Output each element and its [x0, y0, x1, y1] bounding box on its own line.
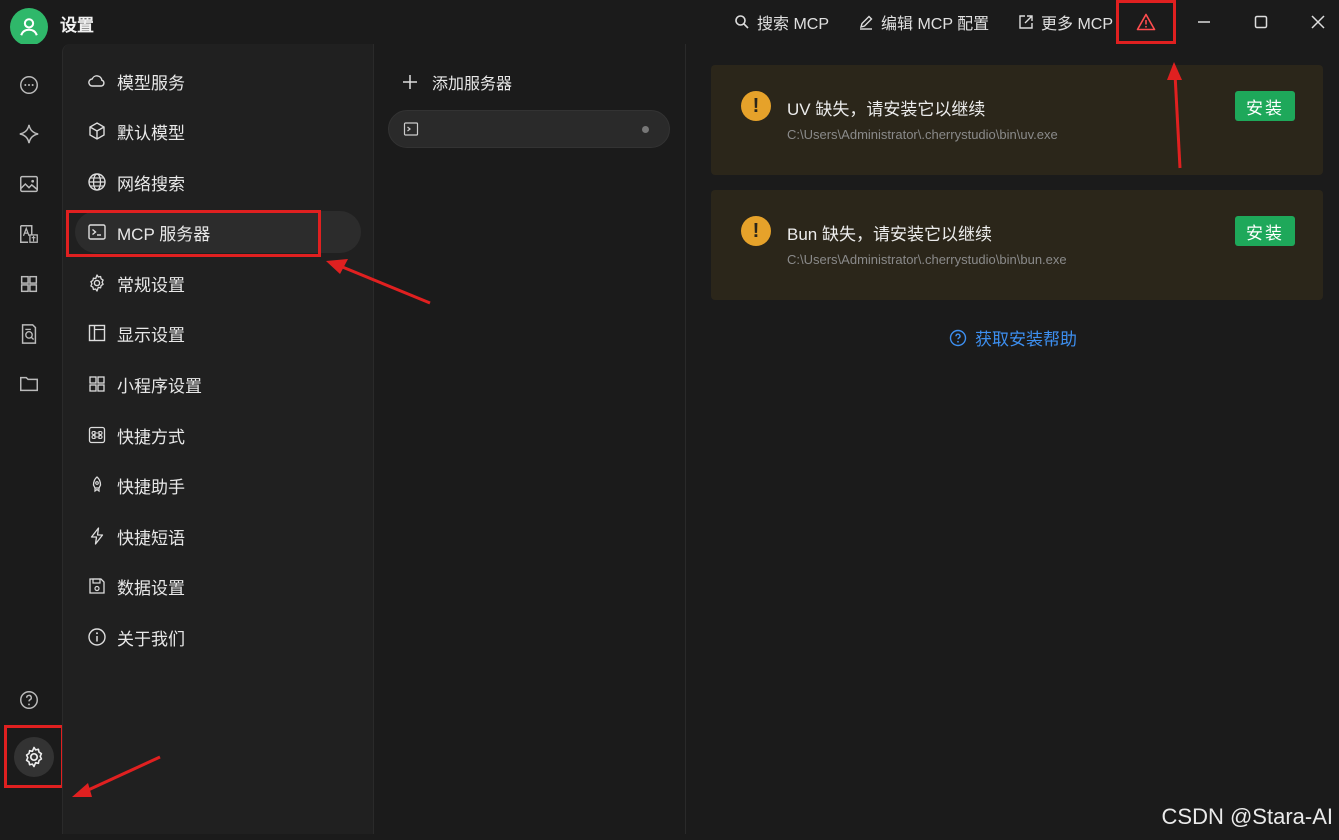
edit-icon: [859, 15, 873, 30]
maximize-icon: [1254, 15, 1268, 29]
search-mcp-button[interactable]: 搜索 MCP: [734, 10, 829, 34]
watermark: CSDN @Stara-AI: [1161, 804, 1333, 829]
image-icon[interactable]: [14, 169, 44, 199]
save-icon: [89, 578, 105, 594]
menu-item-label: 快捷方式: [117, 427, 185, 447]
menu-item-web-search[interactable]: 网络搜索: [75, 161, 361, 203]
more-mcp-button[interactable]: 更多 MCP: [1018, 10, 1113, 34]
command-icon: [88, 426, 106, 444]
edit-mcp-config-button[interactable]: 编辑 MCP 配置: [858, 10, 989, 34]
alert-title: Bun 缺失，请安装它以继续: [787, 225, 992, 244]
install-help-link[interactable]: 获取安装帮助: [949, 325, 1077, 350]
settings-icon: [25, 746, 43, 767]
terminal-icon: [88, 224, 106, 240]
close-button[interactable]: [1303, 8, 1333, 36]
server-list-item[interactable]: [388, 110, 670, 148]
apps-icon: [89, 376, 105, 392]
server-list-panel: 添加服务器: [374, 44, 686, 834]
add-server-button[interactable]: 添加服务器: [402, 70, 512, 94]
menu-item-default-model[interactable]: 默认模型: [75, 110, 361, 152]
title-bar: 设置 搜索 MCP 编辑 MCP 配置 更多 MCP: [0, 0, 1339, 46]
menu-item-label: 快捷助手: [117, 477, 185, 497]
app-window: 设置 搜索 MCP 编辑 MCP 配置 更多 MCP 模型服务 默认模型 网络搜…: [0, 0, 1339, 834]
edit-mcp-config-label: 编辑 MCP 配置: [881, 16, 990, 33]
globe-icon: [88, 173, 106, 191]
close-icon: [1311, 15, 1325, 29]
icon-rail: [0, 44, 60, 834]
help-link-label: 获取安装帮助: [975, 330, 1077, 349]
menu-item-label: MCP 服务器: [117, 224, 211, 244]
menu-item-label: 常规设置: [117, 275, 185, 295]
alert-path: C:\Users\Administrator\.cherrystudio\bin…: [787, 127, 1058, 142]
exclamation-icon: !: [741, 216, 771, 246]
uv-missing-alert: ! UV 缺失，请安装它以继续 C:\Users\Administrator\.…: [711, 65, 1323, 175]
exclamation-icon: !: [741, 91, 771, 121]
maximize-button[interactable]: [1246, 8, 1276, 36]
menu-item-label: 默认模型: [117, 123, 185, 143]
menu-item-model-service[interactable]: 模型服务: [75, 60, 361, 102]
menu-item-about[interactable]: 关于我们: [75, 616, 361, 658]
layout-icon: [88, 324, 106, 342]
settings-rail-button[interactable]: [4, 725, 64, 788]
menu-item-data-settings[interactable]: 数据设置: [75, 565, 361, 607]
install-uv-button[interactable]: 安装: [1235, 91, 1295, 121]
menu-item-quick-assistant[interactable]: 快捷助手: [75, 464, 361, 506]
chat-icon[interactable]: [14, 70, 44, 100]
add-server-label: 添加服务器: [432, 76, 513, 93]
apps-icon[interactable]: [14, 269, 44, 299]
menu-item-label: 显示设置: [117, 325, 185, 345]
status-dot: [642, 126, 649, 133]
menu-item-label: 小程序设置: [117, 376, 202, 396]
settings-menu: 模型服务 默认模型 网络搜索 MCP 服务器 常规设置 显示设置 小程序设置 快…: [62, 44, 374, 834]
menu-item-miniapp-settings[interactable]: 小程序设置: [75, 363, 361, 405]
more-mcp-label: 更多 MCP: [1041, 16, 1114, 33]
bun-missing-alert: ! Bun 缺失，请安装它以继续 C:\Users\Administrator\…: [711, 190, 1323, 300]
page-title: 设置: [60, 16, 94, 35]
menu-item-label: 模型服务: [117, 73, 185, 93]
menu-item-general-settings[interactable]: 常规设置: [75, 262, 361, 304]
plus-icon: [403, 75, 417, 89]
warning-icon: [1136, 13, 1156, 31]
search-icon: [735, 15, 749, 29]
bolt-icon: [90, 527, 104, 545]
external-link-icon: [1019, 15, 1033, 29]
menu-item-display-settings[interactable]: 显示设置: [75, 312, 361, 354]
menu-item-quick-phrases[interactable]: 快捷短语: [75, 515, 361, 557]
translate-icon[interactable]: [14, 219, 44, 249]
help-circle-icon: [949, 329, 967, 346]
gear-icon: [90, 274, 104, 292]
info-icon: [88, 628, 106, 646]
alert-path: C:\Users\Administrator\.cherrystudio\bin…: [787, 252, 1067, 267]
menu-item-label: 数据设置: [117, 578, 185, 598]
menu-item-label: 快捷短语: [117, 528, 185, 548]
cube-icon: [89, 122, 105, 140]
warning-button[interactable]: [1116, 0, 1176, 44]
menu-item-mcp-servers[interactable]: MCP 服务器: [75, 211, 361, 253]
help-icon[interactable]: [14, 685, 44, 715]
avatar[interactable]: [10, 8, 48, 46]
menu-item-shortcuts[interactable]: 快捷方式: [75, 414, 361, 456]
install-bun-button[interactable]: 安装: [1235, 216, 1295, 246]
menu-item-label: 网络搜索: [117, 174, 185, 194]
minimize-button[interactable]: [1189, 8, 1219, 36]
user-icon: [20, 18, 38, 36]
minimize-icon: [1198, 21, 1210, 23]
terminal-icon: [403, 122, 419, 136]
sparkle-icon[interactable]: [14, 119, 44, 149]
menu-item-label: 关于我们: [117, 629, 185, 649]
file-search-icon[interactable]: [14, 319, 44, 349]
cloud-icon: [88, 75, 105, 87]
alert-title: UV 缺失，请安装它以继续: [787, 100, 986, 119]
rocket-icon: [92, 476, 102, 493]
mcp-detail-pane: ! UV 缺失，请安装它以继续 C:\Users\Administrator\.…: [687, 44, 1339, 834]
search-mcp-label: 搜索 MCP: [757, 16, 830, 33]
folder-icon[interactable]: [14, 369, 44, 399]
